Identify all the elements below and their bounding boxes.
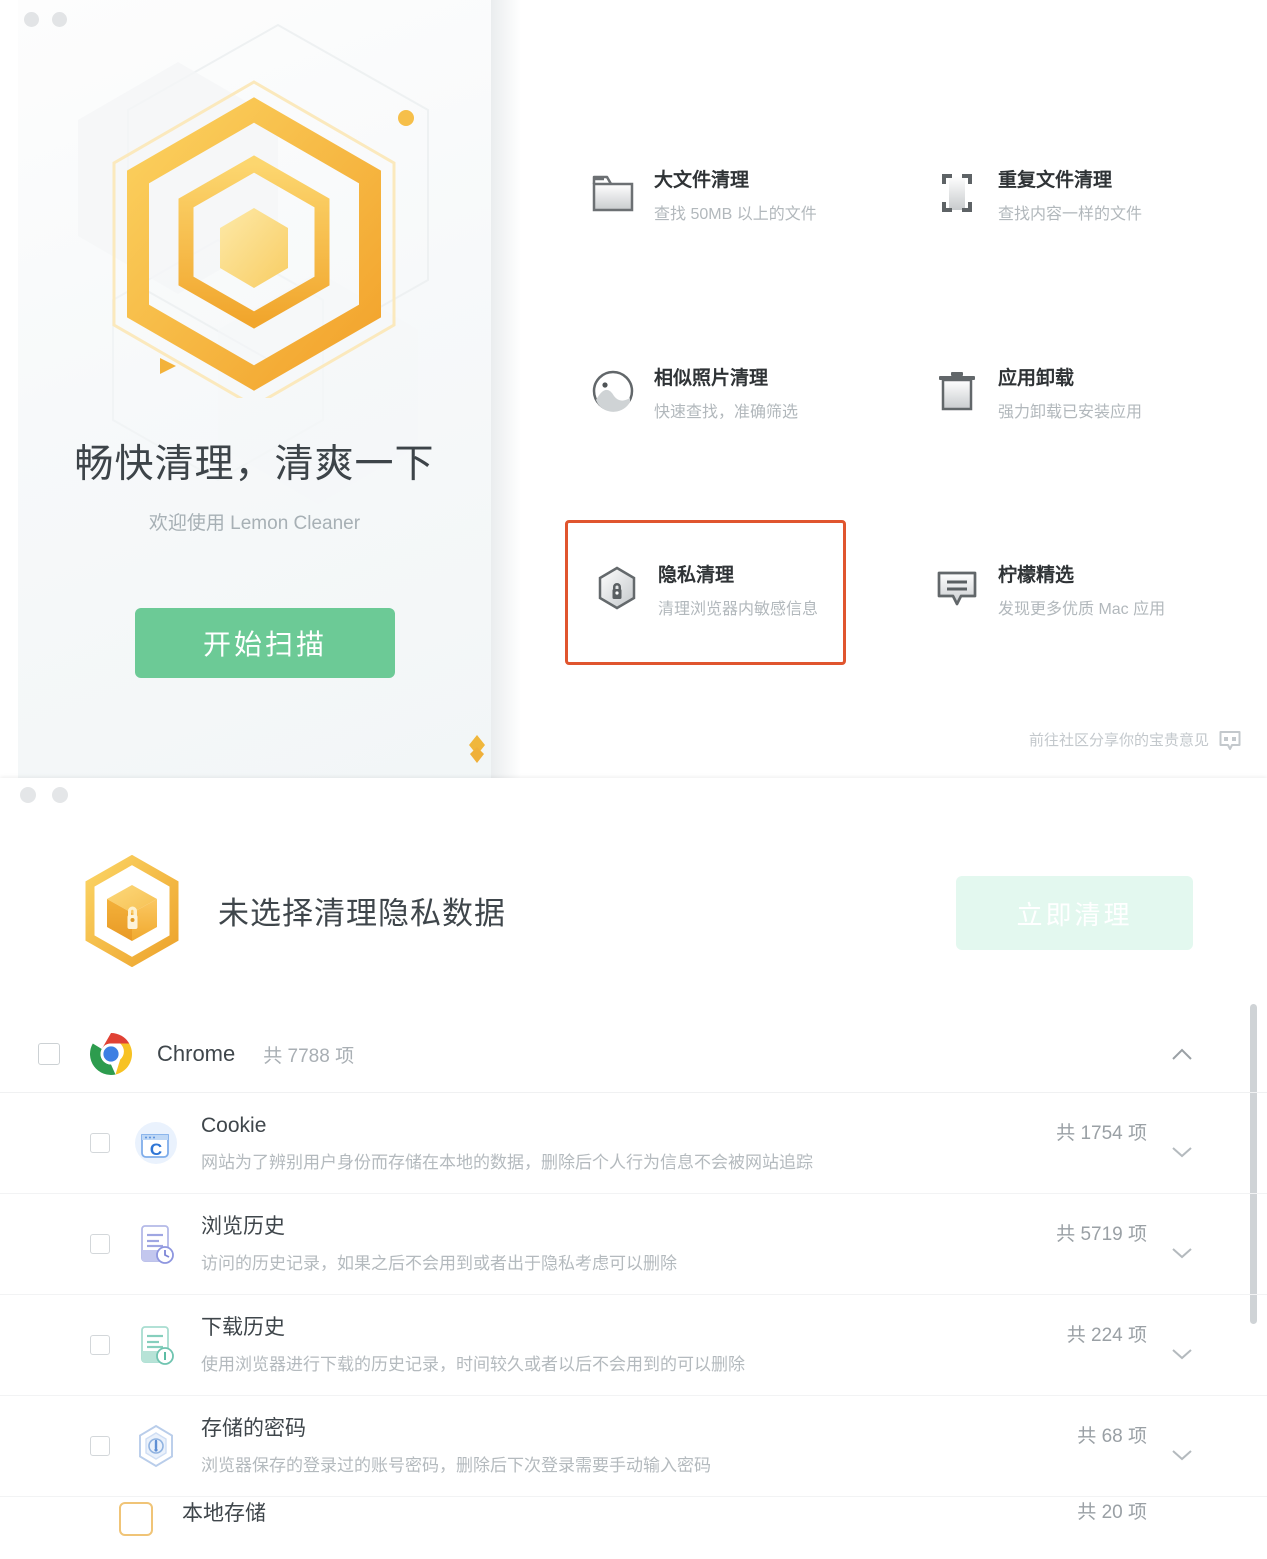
item-checkbox[interactable]	[90, 1436, 110, 1456]
item-title: 浏览历史	[201, 1215, 285, 1239]
feature-desc: 快速查找，准确筛选	[654, 403, 799, 421]
item-text-block: 浏览历史 访问的历史记录，如果之后不会用到或者出于隐私考虑可以删除	[201, 1214, 677, 1273]
item-desc: 使用浏览器进行下载的历史记录，时间较久或者以后不会用到的可以删除	[201, 1354, 745, 1374]
hexagon-logo	[112, 80, 414, 398]
item-checkbox[interactable]	[90, 1335, 110, 1355]
chevron-down-icon[interactable]	[1171, 1145, 1193, 1158]
list-item-saved-passwords[interactable]: 存储的密码 浏览器保存的登录过的账号密码，删除后下次登录需要手动输入密码 共 6…	[0, 1396, 1267, 1497]
welcome-subtitle: 欢迎使用 Lemon Cleaner	[148, 513, 361, 534]
privacy-hexagon-logo	[85, 855, 179, 967]
download-doc-icon	[141, 1326, 174, 1365]
minimize-button[interactable]	[52, 12, 67, 27]
app-group-row-chrome[interactable]: Chrome 共 7788 项	[0, 1016, 1267, 1093]
privacy-lock-hexagon-icon	[598, 566, 636, 610]
feature-lemon-picks[interactable]: 柠檬精选 发现更多优质 Mac 应用	[934, 563, 1165, 619]
privacy-status-title: 未选择清理隐私数据	[218, 896, 506, 931]
app-group-name: Chrome	[157, 1041, 236, 1066]
duplicate-frame-icon	[942, 174, 972, 212]
welcome-left-panel: 畅快清理，清爽一下 欢迎使用 Lemon Cleaner 开始扫描	[18, 0, 491, 778]
svg-text:C: C	[150, 1140, 162, 1159]
trash-icon	[939, 372, 975, 411]
list-item-browsing-history[interactable]: 浏览历史 访问的历史记录，如果之后不会用到或者出于隐私考虑可以删除 共 5719…	[0, 1194, 1267, 1295]
item-desc: 浏览器保存的登录过的账号密码，删除后下次登录需要手动输入密码	[201, 1455, 711, 1475]
window1-traffic-lights[interactable]	[24, 12, 67, 27]
password-hexagon-icon	[139, 1424, 173, 1468]
item-count: 共 1754 项	[1056, 1123, 1147, 1144]
chrome-icon	[89, 1033, 133, 1075]
item-title: 本地存储	[182, 1502, 266, 1525]
item-count: 共 224 项	[1066, 1325, 1147, 1346]
chevron-down-icon[interactable]	[1171, 1448, 1193, 1461]
feature-title: 相似照片清理	[654, 368, 769, 389]
list-item-download-history[interactable]: 下载历史 使用浏览器进行下载的历史记录，时间较久或者以后不会用到的可以删除 共 …	[0, 1295, 1267, 1396]
close-button[interactable]	[24, 12, 39, 27]
item-text-block: Cookie 网站为了辨别用户身份而存储在本地的数据，删除后个人行为信息不会被网…	[201, 1113, 813, 1172]
feature-title: 重复文件清理	[998, 170, 1113, 191]
feature-title: 应用卸载	[998, 368, 1075, 389]
item-checkbox[interactable]	[90, 1133, 110, 1153]
diamond-icon	[469, 735, 485, 763]
start-scan-button[interactable]: 开始扫描	[135, 608, 395, 678]
chevron-up-icon[interactable]	[1171, 1048, 1193, 1061]
item-checkbox[interactable]	[90, 1234, 110, 1254]
item-count: 共 5719 项	[1056, 1224, 1147, 1245]
privacy-items-list: Chrome 共 7788 项 C Cookie 网站为了辨别用户身份而存储在本…	[0, 1016, 1267, 1559]
item-count: 共 20 项	[1077, 1502, 1147, 1523]
history-doc-icon	[141, 1225, 174, 1264]
item-text-block: 存储的密码 浏览器保存的登录过的账号密码，删除后下次登录需要手动输入密码	[201, 1416, 711, 1475]
list-item-local-storage-partial[interactable]: 本地存储 共 20 项	[0, 1497, 1267, 1543]
app-screenshot: 畅快清理，清爽一下 欢迎使用 Lemon Cleaner 开始扫描 大文件清理 …	[0, 0, 1267, 1559]
cookie-browser-icon: C	[135, 1122, 177, 1164]
feature-title: 大文件清理	[654, 170, 750, 191]
minimize-button[interactable]	[52, 787, 68, 803]
welcome-window: 畅快清理，清爽一下 欢迎使用 Lemon Cleaner 开始扫描 大文件清理 …	[18, 0, 1267, 778]
feature-large-files[interactable]: 大文件清理 查找 50MB 以上的文件	[590, 168, 817, 224]
folder-icon	[592, 175, 634, 212]
feature-desc: 清理浏览器内敏感信息	[658, 600, 819, 618]
feature-desc: 发现更多优质 Mac 应用	[998, 600, 1166, 618]
community-bubble-icon	[1219, 730, 1241, 750]
community-label: 前往社区分享你的宝贵意见	[1028, 732, 1209, 749]
window2-traffic-lights[interactable]	[20, 787, 68, 803]
feature-desc: 查找 50MB 以上的文件	[654, 205, 817, 223]
feature-title: 柠檬精选	[998, 565, 1075, 586]
list-item-cookie[interactable]: C Cookie 网站为了辨别用户身份而存储在本地的数据，删除后个人行为信息不会…	[0, 1093, 1267, 1194]
item-text-block: 下载历史 使用浏览器进行下载的历史记录，时间较久或者以后不会用到的可以删除	[201, 1315, 745, 1374]
item-count: 共 68 项	[1077, 1426, 1147, 1447]
page-title: 畅快清理，清爽一下	[74, 443, 435, 486]
item-title: 下载历史	[201, 1316, 285, 1340]
feature-desc: 强力卸载已安装应用	[998, 403, 1143, 421]
feature-privacy-clean[interactable]: 隐私清理 清理浏览器内敏感信息	[594, 563, 818, 619]
feature-desc: 查找内容一样的文件	[998, 205, 1143, 223]
community-link[interactable]: 前往社区分享你的宝贵意见	[1029, 729, 1241, 750]
item-title: 存储的密码	[201, 1417, 306, 1441]
item-title: Cookie	[201, 1114, 267, 1138]
chevron-down-icon[interactable]	[1171, 1347, 1193, 1360]
feature-duplicate-files[interactable]: 重复文件清理 查找内容一样的文件	[934, 168, 1142, 224]
item-desc: 网站为了辨别用户身份而存储在本地的数据，删除后个人行为信息不会被网站追踪	[201, 1152, 813, 1172]
close-button[interactable]	[20, 787, 36, 803]
feature-app-uninstall[interactable]: 应用卸载 强力卸载已安装应用	[934, 366, 1142, 422]
app-group-count: 共 7788 项	[263, 1045, 355, 1067]
item-desc: 访问的历史记录，如果之后不会用到或者出于隐私考虑可以删除	[201, 1253, 677, 1273]
app-group-checkbox[interactable]	[38, 1043, 60, 1065]
chevron-down-icon[interactable]	[1171, 1246, 1193, 1259]
local-storage-icon	[119, 1502, 153, 1536]
speech-bubble-icon	[937, 571, 977, 606]
feature-similar-photos[interactable]: 相似照片清理 快速查找，准确筛选	[590, 366, 798, 422]
panel-divider	[491, 0, 521, 778]
clean-now-button[interactable]: 立即清理	[956, 876, 1193, 950]
photo-circle-icon	[592, 370, 634, 412]
feature-title: 隐私清理	[658, 565, 735, 586]
